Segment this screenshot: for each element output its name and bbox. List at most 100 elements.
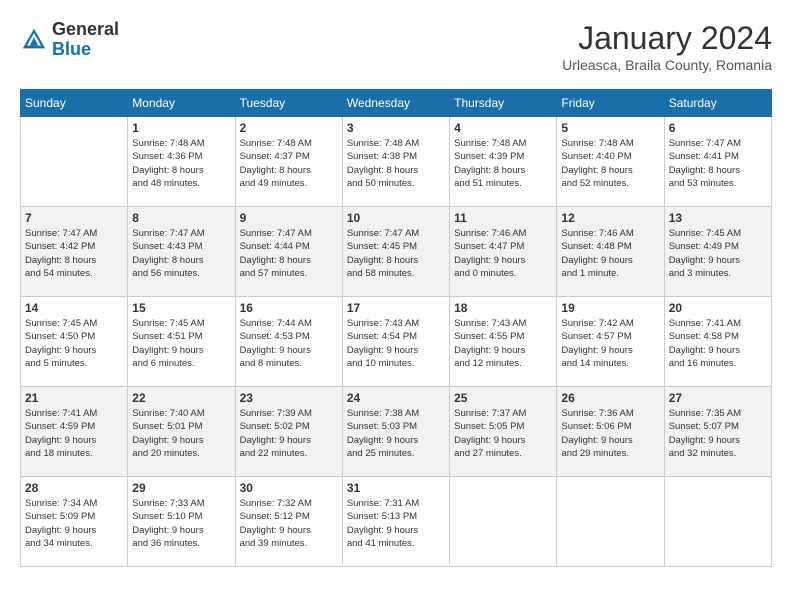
calendar-cell: 2Sunrise: 7:48 AM Sunset: 4:37 PM Daylig… — [235, 117, 342, 207]
calendar-cell: 19 Sunrise: 7:42 AM Sunset: 4:57 PM Dayli… — [557, 297, 664, 387]
calendar-cell: 11Sunrise: 7:46 AM Sunset: 4:47 PM Dayli… — [450, 207, 557, 297]
calendar-cell — [21, 117, 128, 207]
calendar-cell: 30 Sunrise: 7:32 AM Sunset: 5:12 PM Dayli… — [235, 477, 342, 567]
logo-text: General Blue — [52, 20, 119, 60]
calendar-week-row: 28Sunrise: 7:34 AM Sunset: 5:09 PM Dayli… — [21, 477, 772, 567]
day-number: 22 — [132, 391, 230, 405]
calendar-cell: 18 Sunrise: 7:43 AM Sunset: 4:55 PM Dayli… — [450, 297, 557, 387]
day-number: 19 — [561, 301, 659, 315]
weekday-header: Saturday — [664, 90, 771, 117]
page-title: January 2024 — [562, 20, 772, 57]
day-info: Sunrise: 7:48 AM Sunset: 4:36 PM Dayligh… — [132, 137, 230, 190]
day-info: Sunrise: 7:43 AM Sunset: 4:54 PM Dayligh… — [347, 317, 445, 370]
title-section: January 2024 Urleasca, Braila County, Ro… — [562, 20, 772, 73]
day-info: Sunrise: 7:35 AM Sunset: 5:07 PM Dayligh… — [669, 407, 767, 460]
day-number: 12 — [561, 211, 659, 225]
day-number: 8 — [132, 211, 230, 225]
day-number: 20 — [669, 301, 767, 315]
calendar-cell: 15 Sunrise: 7:45 AM Sunset: 4:51 PM Dayli… — [128, 297, 235, 387]
calendar-cell: 8 Sunrise: 7:47 AM Sunset: 4:43 PM Daylig… — [128, 207, 235, 297]
day-info: Sunrise: 7:47 AM Sunset: 4:44 PM Dayligh… — [240, 227, 338, 280]
weekday-header: Thursday — [450, 90, 557, 117]
day-info: Sunrise: 7:42 AM Sunset: 4:57 PM Dayligh… — [561, 317, 659, 370]
day-info: Sunrise: 7:46 AM Sunset: 4:47 PM Dayligh… — [454, 227, 552, 280]
day-number: 27 — [669, 391, 767, 405]
calendar-cell: 25 Sunrise: 7:37 AM Sunset: 5:05 PM Dayli… — [450, 387, 557, 477]
calendar-cell: 23 Sunrise: 7:39 AM Sunset: 5:02 PM Dayli… — [235, 387, 342, 477]
day-info: Sunrise: 7:48 AM Sunset: 4:40 PM Dayligh… — [561, 137, 659, 190]
day-info: Sunrise: 7:37 AM Sunset: 5:05 PM Dayligh… — [454, 407, 552, 460]
day-number: 17 — [347, 301, 445, 315]
calendar-week-row: 1 Sunrise: 7:48 AM Sunset: 4:36 PM Daylig… — [21, 117, 772, 207]
day-number: 21 — [25, 391, 123, 405]
day-info: Sunrise: 7:43 AM Sunset: 4:55 PM Dayligh… — [454, 317, 552, 370]
day-number: 28 — [25, 481, 123, 495]
calendar-week-row: 14 Sunrise: 7:45 AM Sunset: 4:50 PM Dayli… — [21, 297, 772, 387]
calendar-cell: 31 Sunrise: 7:31 AM Sunset: 5:13 PM Dayli… — [342, 477, 449, 567]
calendar-cell: 27 Sunrise: 7:35 AM Sunset: 5:07 PM Dayli… — [664, 387, 771, 477]
day-number: 30 — [240, 481, 338, 495]
calendar-week-row: 21 Sunrise: 7:41 AM Sunset: 4:59 PM Dayli… — [21, 387, 772, 477]
weekday-header-row: SundayMondayTuesdayWednesdayThursdayFrid… — [21, 90, 772, 117]
calendar-cell: 21 Sunrise: 7:41 AM Sunset: 4:59 PM Dayli… — [21, 387, 128, 477]
day-number: 31 — [347, 481, 445, 495]
calendar-cell: 13 Sunrise: 7:45 AM Sunset: 4:49 PM Dayli… — [664, 207, 771, 297]
header: General Blue January 2024 Urleasca, Brai… — [20, 20, 772, 73]
calendar-cell: 10 Sunrise: 7:47 AM Sunset: 4:45 PM Dayli… — [342, 207, 449, 297]
day-info: Sunrise: 7:45 AM Sunset: 4:49 PM Dayligh… — [669, 227, 767, 280]
day-info: Sunrise: 7:47 AM Sunset: 4:41 PM Dayligh… — [669, 137, 767, 190]
day-number: 5 — [561, 121, 659, 135]
day-info: Sunrise: 7:46 AM Sunset: 4:48 PM Dayligh… — [561, 227, 659, 280]
day-number: 18 — [454, 301, 552, 315]
day-info: Sunrise: 7:32 AM Sunset: 5:12 PM Dayligh… — [240, 497, 338, 550]
day-number: 1 — [132, 121, 230, 135]
day-number: 25 — [454, 391, 552, 405]
calendar-cell: 12 Sunrise: 7:46 AM Sunset: 4:48 PM Dayli… — [557, 207, 664, 297]
day-info: Sunrise: 7:48 AM Sunset: 4:38 PM Dayligh… — [347, 137, 445, 190]
calendar-cell: 24Sunrise: 7:38 AM Sunset: 5:03 PM Dayli… — [342, 387, 449, 477]
day-number: 16 — [240, 301, 338, 315]
day-number: 26 — [561, 391, 659, 405]
day-number: 7 — [25, 211, 123, 225]
page-subtitle: Urleasca, Braila County, Romania — [562, 57, 772, 73]
day-info: Sunrise: 7:39 AM Sunset: 5:02 PM Dayligh… — [240, 407, 338, 460]
calendar-cell: 4 Sunrise: 7:48 AM Sunset: 4:39 PM Daylig… — [450, 117, 557, 207]
day-info: Sunrise: 7:47 AM Sunset: 4:42 PM Dayligh… — [25, 227, 123, 280]
weekday-header: Friday — [557, 90, 664, 117]
day-info: Sunrise: 7:45 AM Sunset: 4:50 PM Dayligh… — [25, 317, 123, 370]
day-number: 23 — [240, 391, 338, 405]
calendar-cell: 22Sunrise: 7:40 AM Sunset: 5:01 PM Dayli… — [128, 387, 235, 477]
day-number: 9 — [240, 211, 338, 225]
calendar-cell — [664, 477, 771, 567]
weekday-header: Sunday — [21, 90, 128, 117]
day-info: Sunrise: 7:47 AM Sunset: 4:45 PM Dayligh… — [347, 227, 445, 280]
day-number: 10 — [347, 211, 445, 225]
calendar-table: SundayMondayTuesdayWednesdayThursdayFrid… — [20, 89, 772, 567]
calendar-cell: 14 Sunrise: 7:45 AM Sunset: 4:50 PM Dayli… — [21, 297, 128, 387]
day-number: 14 — [25, 301, 123, 315]
day-number: 15 — [132, 301, 230, 315]
day-info: Sunrise: 7:44 AM Sunset: 4:53 PM Dayligh… — [240, 317, 338, 370]
day-number: 2 — [240, 121, 338, 135]
calendar-cell: 16 Sunrise: 7:44 AM Sunset: 4:53 PM Dayli… — [235, 297, 342, 387]
day-number: 6 — [669, 121, 767, 135]
weekday-header: Monday — [128, 90, 235, 117]
calendar-cell — [557, 477, 664, 567]
calendar-cell: 3Sunrise: 7:48 AM Sunset: 4:38 PM Daylig… — [342, 117, 449, 207]
calendar-cell: 17 Sunrise: 7:43 AM Sunset: 4:54 PM Dayli… — [342, 297, 449, 387]
day-info: Sunrise: 7:45 AM Sunset: 4:51 PM Dayligh… — [132, 317, 230, 370]
day-info: Sunrise: 7:48 AM Sunset: 4:39 PM Dayligh… — [454, 137, 552, 190]
day-number: 4 — [454, 121, 552, 135]
day-number: 29 — [132, 481, 230, 495]
logo: General Blue — [20, 20, 119, 60]
calendar-cell: 5 Sunrise: 7:48 AM Sunset: 4:40 PM Daylig… — [557, 117, 664, 207]
day-number: 24 — [347, 391, 445, 405]
calendar-cell: 9 Sunrise: 7:47 AM Sunset: 4:44 PM Daylig… — [235, 207, 342, 297]
day-info: Sunrise: 7:31 AM Sunset: 5:13 PM Dayligh… — [347, 497, 445, 550]
weekday-header: Wednesday — [342, 90, 449, 117]
day-info: Sunrise: 7:41 AM Sunset: 4:59 PM Dayligh… — [25, 407, 123, 460]
calendar-cell: 29Sunrise: 7:33 AM Sunset: 5:10 PM Dayli… — [128, 477, 235, 567]
calendar-cell: 26Sunrise: 7:36 AM Sunset: 5:06 PM Dayli… — [557, 387, 664, 477]
day-number: 13 — [669, 211, 767, 225]
day-info: Sunrise: 7:47 AM Sunset: 4:43 PM Dayligh… — [132, 227, 230, 280]
